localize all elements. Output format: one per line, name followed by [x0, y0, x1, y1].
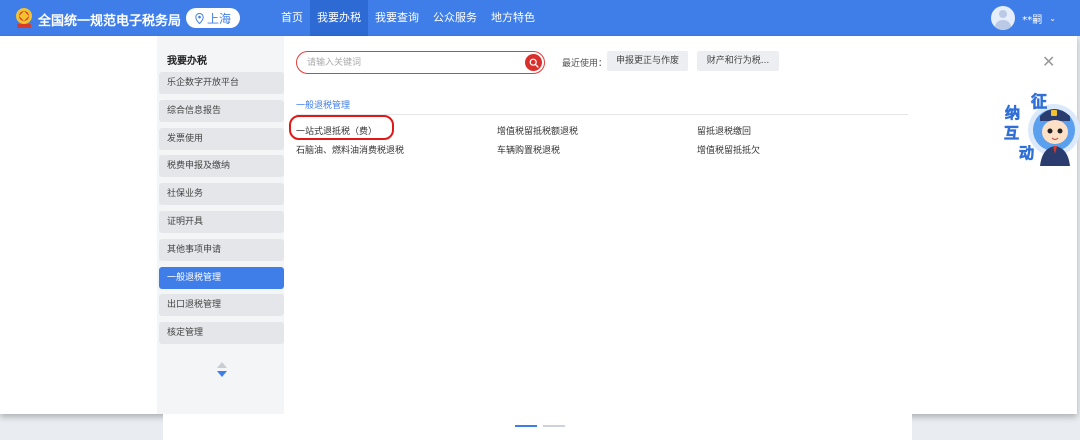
tax-emblem-icon: [16, 8, 32, 28]
nav-home[interactable]: 首页: [274, 0, 310, 36]
scroll-arrows-icon[interactable]: [216, 361, 228, 379]
site-title: 全国统一规范电子税务局: [38, 14, 182, 29]
menu-item-one-stop-refund[interactable]: 一站式退抵税（费）: [296, 124, 377, 137]
sidebar-title: 我要办税: [167, 56, 207, 67]
top-bar: 全国统一规范电子税务局 上海 首页 我要办税 我要查询 公众服务 地方特色 **…: [0, 0, 1080, 36]
sidebar-item-tax-filing[interactable]: 税费申报及缴纳: [159, 155, 284, 178]
sidebar-item-export-refund[interactable]: 出口退税管理: [159, 294, 284, 317]
nav-query[interactable]: 我要查询: [368, 0, 426, 36]
carousel-dot[interactable]: [515, 425, 537, 427]
nav-local-features[interactable]: 地方特色: [484, 0, 542, 36]
avatar: [991, 6, 1016, 30]
carousel-indicator: [515, 425, 565, 427]
sidebar-item-assessment[interactable]: 核定管理: [159, 322, 284, 345]
mascot-char: 互: [1004, 124, 1019, 142]
sidebar-list: 乐企数字开放平台 综合信息报告 发票使用 税费申报及缴纳 社保业务 证明开具 其…: [159, 72, 284, 350]
nav-public-service[interactable]: 公众服务: [426, 0, 484, 36]
chevron-down-icon: ⌄: [1049, 13, 1056, 23]
recent-chip-property-tax[interactable]: 财产和行为税...: [697, 51, 779, 71]
sidebar-item-social-security[interactable]: 社保业务: [159, 183, 284, 206]
menu-item-vat-credit-refund[interactable]: 增值税留抵税额退税: [497, 124, 578, 137]
region-label: 上海: [206, 11, 231, 26]
sidebar-item-other-requests[interactable]: 其他事项申请: [159, 238, 284, 261]
search-box: [296, 51, 545, 74]
page-body-strip: [163, 414, 912, 440]
sidebar-item-invoice[interactable]: 发票使用: [159, 127, 284, 150]
mascot-char: 动: [1019, 144, 1034, 162]
menu-item-fuel-tax-refund[interactable]: 石脑油、燃料油消费税退税: [296, 143, 404, 156]
menu-item-credit-refund-return[interactable]: 留抵退税缴回: [697, 124, 751, 137]
section-title: 一般退税管理: [296, 101, 351, 111]
sidebar-item-certificate[interactable]: 证明开具: [159, 210, 284, 233]
mascot-char: 纳: [1005, 104, 1020, 122]
search-icon: [529, 58, 539, 68]
menu-item-vat-credit-offset[interactable]: 增值税留抵抵欠: [697, 143, 760, 156]
main-nav: 首页 我要办税 我要查询 公众服务 地方特色: [274, 0, 542, 36]
menu-item-vehicle-tax-refund[interactable]: 车辆购置税退税: [497, 143, 560, 156]
search-input[interactable]: [307, 56, 517, 70]
region-selector[interactable]: 上海: [186, 8, 240, 28]
mascot-char: 征: [1031, 92, 1047, 111]
user-menu[interactable]: **嗣 ⌄: [991, 6, 1056, 30]
sidebar-item-open-platform[interactable]: 乐企数字开放平台: [159, 72, 284, 94]
sidebar-item-info-report[interactable]: 综合信息报告: [159, 99, 284, 122]
carousel-dot[interactable]: [543, 425, 565, 427]
close-icon[interactable]: ✕: [1042, 52, 1055, 71]
nav-tax-handling[interactable]: 我要办税: [310, 0, 368, 36]
mascot-interaction-widget[interactable]: 征 纳 互 动: [1000, 88, 1080, 166]
recent-label: 最近使用：: [562, 59, 608, 69]
sidebar: 我要办税 乐企数字开放平台 综合信息报告 发票使用 税费申报及缴纳 社保业务 证…: [157, 36, 284, 414]
location-pin-icon: [195, 12, 204, 24]
section-divider: [296, 114, 908, 115]
sidebar-item-general-refund[interactable]: 一般退税管理: [159, 266, 284, 289]
user-name: **嗣: [1022, 14, 1043, 26]
recent-chip-correction[interactable]: 申报更正与作废: [607, 51, 688, 71]
search-button[interactable]: [525, 54, 542, 71]
